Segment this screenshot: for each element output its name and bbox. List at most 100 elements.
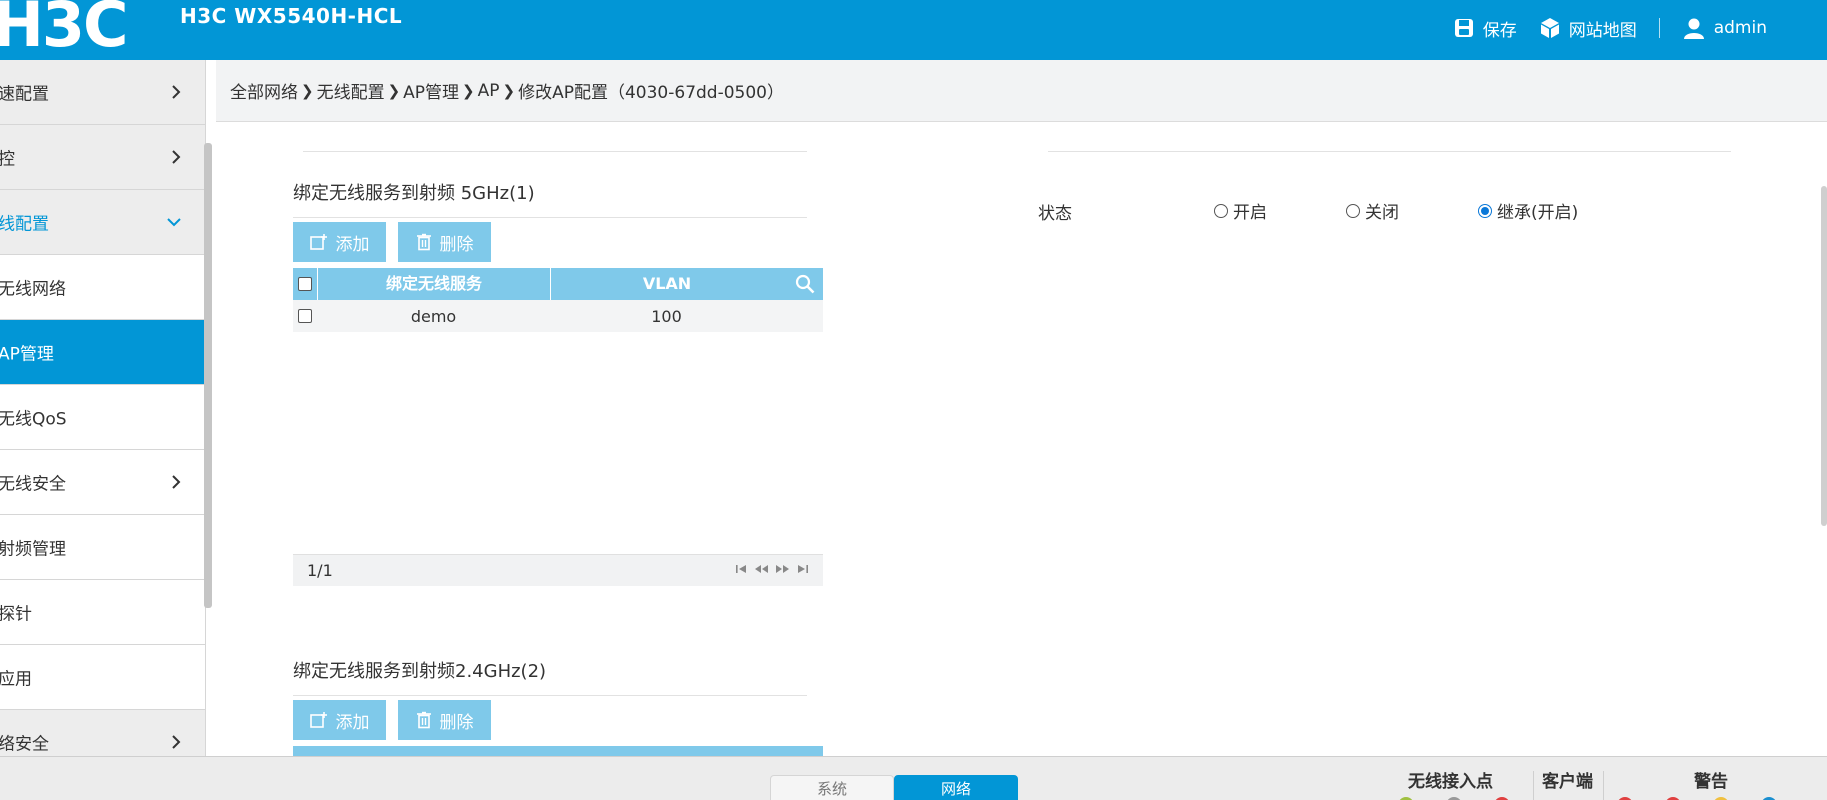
sidebar-item-label: AP管理 — [0, 344, 54, 365]
breadcrumb-item-ap-management[interactable]: AP管理 — [403, 78, 459, 103]
user-menu[interactable]: admin — [1682, 16, 1767, 40]
breadcrumb-item-all-network[interactable]: 全部网络 — [230, 78, 298, 103]
sidebar-item-label: 控 — [0, 145, 15, 170]
sidebar-item-label: 无线网络 — [0, 279, 66, 300]
delete-button-24ghz[interactable]: 删除 — [398, 700, 491, 740]
table-row[interactable]: demo 100 — [293, 300, 823, 332]
bottom-status-bar: 系统 网络 无线接入点 客户端 警告 — [0, 756, 1827, 800]
radio-off[interactable]: 关闭 — [1346, 198, 1399, 223]
row-checkbox-cell — [293, 309, 317, 323]
divider — [293, 217, 807, 218]
table-header — [293, 746, 823, 756]
cell-vlan: 100 — [651, 306, 682, 326]
bound-service-table-24ghz — [293, 746, 823, 756]
chevron-right-icon — [172, 85, 181, 99]
chevron-right-icon — [172, 150, 181, 164]
column-header-vlan[interactable]: VLAN — [550, 268, 823, 300]
user-icon — [1683, 18, 1704, 39]
select-all-checkbox[interactable] — [298, 277, 312, 291]
stat-alarms[interactable]: 警告 — [1694, 767, 1728, 792]
sidebar-item-wireless-network[interactable]: 无线网络 — [0, 255, 205, 320]
sitemap-button[interactable]: 网站地图 — [1539, 16, 1637, 41]
sidebar-item-network-security[interactable]: 络安全 — [0, 710, 205, 756]
save-button[interactable]: 保存 — [1453, 16, 1517, 41]
breadcrumb: 全部网络 ❯ 无线配置 ❯ AP管理 ❯ AP ❯ 修改AP配置（4030-67… — [216, 60, 1827, 122]
trash-icon — [416, 711, 431, 729]
sidebar-item-label: 络安全 — [0, 734, 49, 755]
add-label: 添加 — [335, 234, 370, 255]
sitemap-label: 网站地图 — [1568, 20, 1637, 41]
cube-icon — [1540, 18, 1559, 38]
add-icon — [309, 712, 327, 728]
chevron-right-icon: ❯ — [387, 81, 401, 100]
chevron-right-icon: ❯ — [462, 81, 475, 100]
select-all-cell — [293, 277, 317, 291]
page-indicator: 1/1 — [307, 561, 333, 580]
top-header: H3C H3C WX5540H-HCL 保存 网站地图 admin — [0, 0, 1827, 60]
sidebar-item-label: 射频管理 — [0, 539, 66, 560]
product-name: H3C WX5540H-HCL — [180, 4, 403, 28]
sidebar-item-application[interactable]: 应用 — [0, 645, 205, 710]
radio-circle-selected — [1478, 203, 1492, 218]
tab-system[interactable]: 系统 — [770, 775, 894, 800]
main-content: 绑定无线服务到射频 5GHz(1) 添加 删除 绑定无线服务 VLAN demo… — [216, 122, 1827, 756]
row-checkbox[interactable] — [298, 309, 312, 323]
add-button-24ghz[interactable]: 添加 — [293, 700, 386, 740]
content-scrollbar[interactable] — [1821, 186, 1827, 526]
chevron-right-icon: ❯ — [502, 81, 516, 100]
sidebar-item-wireless-config[interactable]: 线配置 — [0, 190, 205, 255]
stat-access-points[interactable]: 无线接入点 — [1408, 767, 1493, 792]
prev-page-icon[interactable] — [754, 564, 769, 574]
divider — [1603, 771, 1604, 800]
bound-service-table: 绑定无线服务 VLAN demo 100 — [293, 268, 823, 332]
divider — [1533, 771, 1534, 800]
next-page-icon[interactable] — [775, 564, 790, 574]
header-actions: 保存 网站地图 admin — [1431, 0, 1767, 56]
breadcrumb-item-current: 修改AP配置（4030-67dd-0500） — [518, 83, 784, 103]
chevron-down-icon — [167, 218, 181, 227]
breadcrumb-item-wireless-config[interactable]: 无线配置 — [317, 78, 385, 103]
delete-label: 删除 — [439, 234, 474, 255]
sidebar-item-monitor[interactable]: 控 — [0, 125, 205, 190]
delete-label: 删除 — [439, 712, 474, 733]
stat-clients[interactable]: 客户端 — [1542, 767, 1593, 792]
column-header-service[interactable]: 绑定无线服务 — [317, 268, 550, 300]
chevron-right-icon — [172, 475, 181, 489]
radio-on[interactable]: 开启 — [1214, 198, 1267, 223]
sidebar-item-wireless-security[interactable]: 无线安全 — [0, 450, 205, 515]
h3c-logo[interactable]: H3C — [0, 0, 129, 56]
sidebar: 速配置 控 线配置 无线网络 AP管理 无线QoS 无线安全 射频管理 探针 应… — [0, 60, 206, 756]
save-icon — [1454, 19, 1473, 37]
search-icon[interactable] — [795, 274, 815, 294]
sidebar-item-probe[interactable]: 探针 — [0, 580, 205, 645]
breadcrumb-item-ap[interactable]: AP — [478, 81, 500, 101]
header-divider — [1658, 18, 1660, 38]
add-icon — [309, 234, 327, 250]
chevron-right-icon — [172, 735, 181, 749]
add-button[interactable]: 添加 — [293, 222, 386, 262]
add-label: 添加 — [335, 712, 370, 733]
sidebar-item-wireless-qos[interactable]: 无线QoS — [0, 385, 205, 450]
sidebar-item-label: 无线安全 — [0, 474, 66, 495]
pager-buttons — [735, 564, 809, 574]
radio-circle — [1214, 203, 1228, 218]
table-pager: 1/1 — [293, 554, 823, 586]
delete-button[interactable]: 删除 — [398, 222, 491, 262]
sidebar-item-label: 应用 — [0, 669, 32, 690]
tab-network[interactable]: 网络 — [894, 775, 1018, 800]
sidebar-item-quick-config[interactable]: 速配置 — [0, 60, 205, 125]
sidebar-item-ap-management[interactable]: AP管理 — [0, 320, 205, 385]
last-page-icon[interactable] — [796, 564, 809, 574]
radio-inherit[interactable]: 继承(开启) — [1478, 198, 1578, 223]
divider — [293, 695, 807, 696]
section-title-5ghz: 绑定无线服务到射频 5GHz(1) — [293, 183, 535, 204]
first-page-icon[interactable] — [735, 564, 748, 574]
sidebar-item-label: 探针 — [0, 604, 32, 625]
sidebar-scrollbar[interactable] — [204, 143, 212, 608]
radio-off-label: 关闭 — [1365, 203, 1399, 223]
sidebar-item-rf-management[interactable]: 射频管理 — [0, 515, 205, 580]
state-label: 状态 — [1038, 204, 1072, 224]
trash-icon — [416, 233, 431, 251]
divider — [1048, 151, 1731, 152]
sidebar-item-label: 速配置 — [0, 84, 49, 105]
